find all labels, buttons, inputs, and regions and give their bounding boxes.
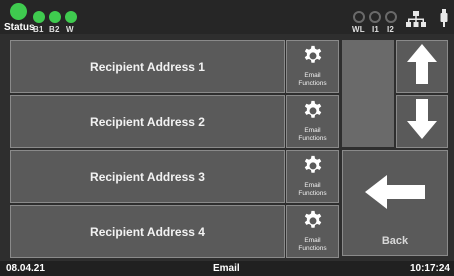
email-functions-3-label: Email Functions [298, 182, 327, 197]
recipient-address-2-button[interactable]: Recipient Address 2 [10, 95, 285, 148]
footer-date: 08.04.21 [6, 263, 45, 274]
email-functions-3-button[interactable]: Email Functions [286, 150, 339, 203]
recipient-address-1-button[interactable]: Recipient Address 1 [10, 40, 285, 93]
recipient-address-1-label: Recipient Address 1 [90, 59, 205, 74]
footer-time: 10:17:24 [409, 263, 450, 274]
arrow-down-icon [407, 99, 437, 144]
arrow-up-icon [407, 44, 437, 89]
indicator-led-i1 [369, 11, 381, 23]
indicator-led-b2 [49, 11, 61, 23]
indicator-led-b1 [33, 11, 45, 23]
indicator-label-w: W [66, 25, 74, 34]
email-functions-2-label: Email Functions [298, 127, 327, 142]
indicator-label-wl: WL [352, 25, 365, 34]
status-label: Status [4, 22, 35, 33]
gear-icon [302, 151, 324, 181]
scroll-track[interactable] [342, 40, 394, 147]
indicator-led-i2 [385, 11, 397, 23]
usb-icon [440, 9, 448, 32]
indicator-label-b1: B1 [33, 25, 44, 34]
email-functions-4-button[interactable]: Email Functions [286, 205, 339, 258]
indicator-label-i1: I1 [372, 25, 380, 34]
recipient-address-3-button[interactable]: Recipient Address 3 [10, 150, 285, 203]
arrow-left-icon [365, 175, 425, 214]
main-content: Recipient Address 1 Email Functions Recip… [0, 34, 454, 261]
recipient-address-3-label: Recipient Address 3 [90, 169, 205, 184]
scroll-up-button[interactable] [396, 40, 448, 93]
back-label: Back [381, 235, 409, 247]
gear-icon [302, 96, 324, 126]
indicator-led-w [65, 11, 77, 23]
gear-icon [302, 41, 324, 71]
status-led [10, 3, 27, 20]
network-icon [406, 11, 426, 32]
indicator-label-i2: I2 [387, 25, 395, 34]
email-functions-1-label: Email Functions [298, 72, 327, 87]
footer-bar: 08.04.21 Email 10:17:24 [0, 261, 454, 276]
indicator-led-wl [353, 11, 365, 23]
back-button[interactable]: Back [342, 150, 448, 256]
email-functions-2-button[interactable]: Email Functions [286, 95, 339, 148]
email-functions-1-button[interactable]: Email Functions [286, 40, 339, 93]
status-bar: Status B1 B2 W WL I1 I2 [0, 0, 454, 34]
recipient-address-4-label: Recipient Address 4 [90, 224, 205, 239]
footer-title: Email [213, 263, 240, 274]
recipient-address-2-label: Recipient Address 2 [90, 114, 205, 129]
email-functions-4-label: Email Functions [298, 237, 327, 252]
gear-icon [302, 206, 324, 236]
scroll-down-button[interactable] [396, 95, 448, 148]
recipient-address-4-button[interactable]: Recipient Address 4 [10, 205, 285, 258]
indicator-label-b2: B2 [49, 25, 60, 34]
